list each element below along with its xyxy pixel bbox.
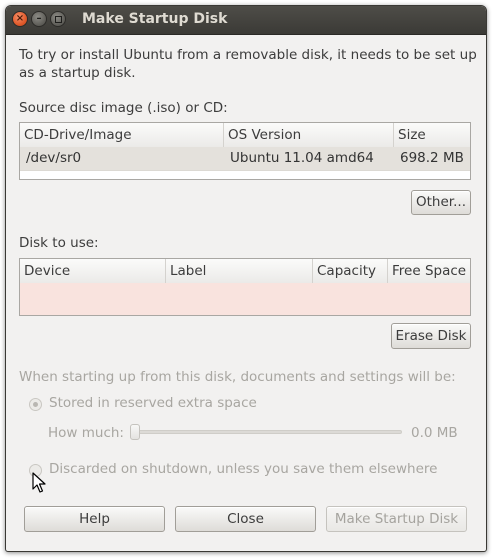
title-bar: × – Make Startup Disk (6, 6, 486, 35)
how-much-slider-thumb[interactable] (130, 424, 140, 440)
mouse-cursor-icon (32, 472, 46, 493)
how-much-slider-track[interactable] (130, 430, 402, 434)
make-startup-disk-window: × – Make Startup Disk To try or install … (5, 5, 487, 552)
maximize-window-button[interactable] (50, 11, 66, 27)
cell-size: 698.2 MB (400, 150, 464, 166)
close-button[interactable]: Close (175, 506, 316, 532)
cell-image: /dev/sr0 (26, 150, 82, 166)
column-header-size[interactable]: Size (394, 123, 472, 147)
disk-table-header: Device Label Capacity Free Space (20, 259, 470, 284)
other-button[interactable]: Other... (411, 190, 471, 215)
discarded-label: Discarded on shutdown, unless you save t… (49, 461, 438, 477)
source-label: Source disc image (.iso) or CD: (19, 100, 228, 116)
make-startup-disk-button[interactable]: Make Startup Disk (326, 506, 467, 532)
radio-selected-dot (33, 402, 38, 407)
table-row[interactable]: /dev/sr0 Ubuntu 11.04 amd64 698.2 MB (20, 147, 470, 171)
stored-radio[interactable] (29, 398, 42, 411)
how-much-value: 0.0 MB (411, 425, 458, 441)
intro-text-line-2: as a startup disk. (19, 65, 136, 81)
column-header-os-version[interactable]: OS Version (224, 123, 394, 147)
how-much-label: How much: (48, 425, 124, 441)
help-button[interactable]: Help (24, 506, 165, 532)
column-header-capacity[interactable]: Capacity (313, 259, 388, 283)
column-header-free-space[interactable]: Free Space (388, 259, 472, 283)
window-title: Make Startup Disk (82, 11, 228, 27)
maximize-icon (54, 15, 62, 23)
disk-list-empty-area[interactable] (20, 283, 470, 315)
minimize-icon: – (36, 13, 42, 24)
intro-text-line-1: To try or install Ubuntu from a removabl… (19, 47, 477, 63)
source-table-header: CD-Drive/Image OS Version Size (20, 123, 470, 148)
erase-disk-button[interactable]: Erase Disk (391, 323, 471, 349)
disk-to-use-label: Disk to use: (19, 235, 99, 251)
stored-label: Stored in reserved extra space (49, 395, 257, 411)
close-window-button[interactable]: × (12, 11, 28, 27)
column-header-cd-drive-image[interactable]: CD-Drive/Image (20, 123, 224, 147)
column-header-device[interactable]: Device (20, 259, 166, 283)
close-icon: × (15, 13, 25, 24)
cell-os-version: Ubuntu 11.04 amd64 (230, 150, 374, 166)
disk-table: Device Label Capacity Free Space (19, 258, 471, 316)
source-table: CD-Drive/Image OS Version Size /dev/sr0 … (19, 122, 471, 180)
column-header-label[interactable]: Label (166, 259, 313, 283)
options-heading: When starting up from this disk, documen… (19, 369, 456, 385)
minimize-window-button[interactable]: – (31, 11, 47, 27)
